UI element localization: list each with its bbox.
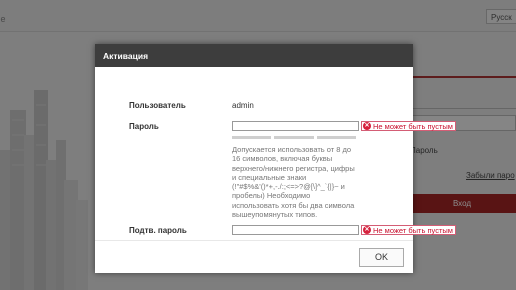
error-icon: ✕	[363, 122, 371, 130]
hint-line: вышеупомянутых типов.	[232, 210, 318, 220]
confirm-error-tooltip: ✕ Не может быть пустым	[361, 225, 456, 235]
hint-line: (!"#$%&'()*+,-./:;<=>?@[\]^_`{|}~ и	[232, 182, 345, 192]
error-icon: ✕	[363, 226, 371, 234]
hint-line: использовать хотя бы два символа	[232, 200, 355, 210]
hint-line: верхнего/нижнего регистра, цифры	[232, 163, 355, 173]
ok-button[interactable]: OK	[359, 248, 404, 267]
dialog-title: Активация	[103, 51, 149, 61]
password-error-tooltip: ✕ Не может быть пустым	[361, 121, 456, 131]
strength-segment	[232, 136, 272, 139]
dialog-footer-divider	[95, 240, 413, 241]
hint-line: и специальные знаки	[232, 172, 307, 182]
confirm-password-label: Подтв. пароль	[129, 226, 187, 235]
confirm-error-text: Не может быть пустым	[373, 225, 453, 235]
user-value: admin	[232, 101, 254, 110]
hint-line: Допускается использовать от 8 до	[232, 145, 352, 154]
password-error-text: Не может быть пустым	[373, 121, 453, 131]
activation-dialog: Активация Пользователь admin Пароль ✕ Не…	[95, 44, 456, 273]
password-hint: Допускается использовать от 8 до 16 симв…	[232, 145, 356, 219]
hint-line: 16 символов, включая буквы	[232, 154, 333, 164]
password-label: Пароль	[129, 122, 159, 131]
user-label: Пользователь	[129, 101, 186, 110]
confirm-password-input[interactable]	[232, 225, 359, 235]
dialog-header: Активация	[95, 44, 413, 67]
hint-line: пробелы) Необходимо	[232, 191, 311, 201]
strength-segment	[274, 136, 314, 139]
password-strength-meter	[232, 136, 356, 139]
password-input[interactable]	[232, 121, 359, 131]
strength-segment	[316, 136, 356, 139]
